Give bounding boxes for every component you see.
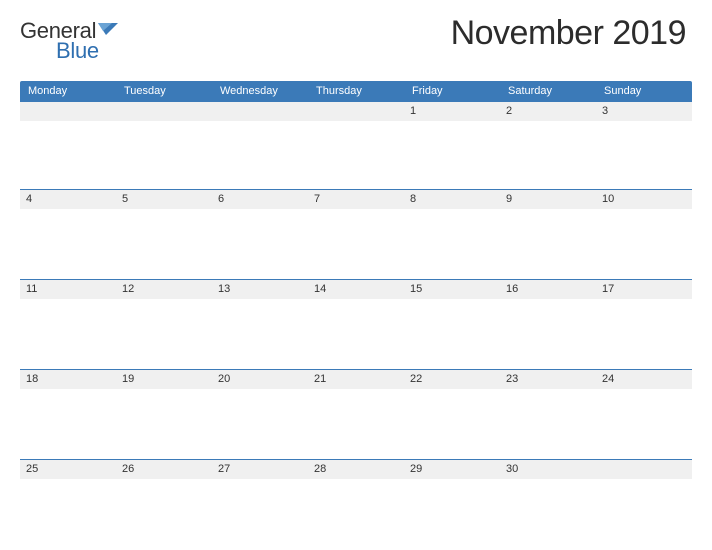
calendar-day: 2: [500, 101, 596, 189]
brand-flag-icon: [98, 23, 118, 39]
brand-logo: General Blue: [20, 14, 118, 44]
calendar-day: 21: [308, 369, 404, 459]
calendar-grid: Monday Tuesday Wednesday Thursday Friday…: [20, 81, 692, 549]
weekday-header: Thursday: [308, 81, 404, 101]
weekday-header: Friday: [404, 81, 500, 101]
calendar-day: 4: [20, 189, 116, 279]
calendar-day: 18: [20, 369, 116, 459]
calendar-day: 7: [308, 189, 404, 279]
calendar-week: 4 5 6 7 8 9 10: [20, 189, 692, 279]
weekday-header: Tuesday: [116, 81, 212, 101]
calendar-day: 6: [212, 189, 308, 279]
calendar-week: 18 19 20 21 22 23 24: [20, 369, 692, 459]
calendar-page: General Blue November 2019 Monday Tuesda…: [0, 0, 712, 549]
calendar-day: 16: [500, 279, 596, 369]
calendar-day: 3: [596, 101, 692, 189]
calendar-day: 1: [404, 101, 500, 189]
calendar-day: 20: [212, 369, 308, 459]
calendar-day: 22: [404, 369, 500, 459]
calendar-day: 17: [596, 279, 692, 369]
calendar-week: 1 2 3: [20, 101, 692, 189]
calendar-body: 1 2 3 4 5 6 7 8 9 10 11 12 13 14 15 16 1…: [20, 101, 692, 549]
calendar-day: 26: [116, 459, 212, 549]
calendar-day: 15: [404, 279, 500, 369]
calendar-day: 25: [20, 459, 116, 549]
calendar-day: 13: [212, 279, 308, 369]
calendar-day: [116, 101, 212, 189]
brand-text-2: Blue: [56, 38, 99, 64]
calendar-week: 25 26 27 28 29 30: [20, 459, 692, 549]
weekday-header: Wednesday: [212, 81, 308, 101]
calendar-day: 10: [596, 189, 692, 279]
calendar-day: 24: [596, 369, 692, 459]
calendar-day: 5: [116, 189, 212, 279]
page-title: November 2019: [451, 14, 692, 53]
calendar-day: 28: [308, 459, 404, 549]
calendar-day: 30: [500, 459, 596, 549]
calendar-day: [596, 459, 692, 549]
calendar-day: 19: [116, 369, 212, 459]
calendar-day: [20, 101, 116, 189]
weekday-header: Monday: [20, 81, 116, 101]
calendar-day: 12: [116, 279, 212, 369]
calendar-day: [308, 101, 404, 189]
calendar-day: 9: [500, 189, 596, 279]
calendar-day: 8: [404, 189, 500, 279]
calendar-week: 11 12 13 14 15 16 17: [20, 279, 692, 369]
calendar-day: [212, 101, 308, 189]
weekday-header: Saturday: [500, 81, 596, 101]
calendar-day: 14: [308, 279, 404, 369]
header: General Blue November 2019: [20, 14, 692, 53]
calendar-day: 27: [212, 459, 308, 549]
weekday-header-row: Monday Tuesday Wednesday Thursday Friday…: [20, 81, 692, 101]
calendar-day: 23: [500, 369, 596, 459]
calendar-day: 11: [20, 279, 116, 369]
weekday-header: Sunday: [596, 81, 692, 101]
calendar-day: 29: [404, 459, 500, 549]
